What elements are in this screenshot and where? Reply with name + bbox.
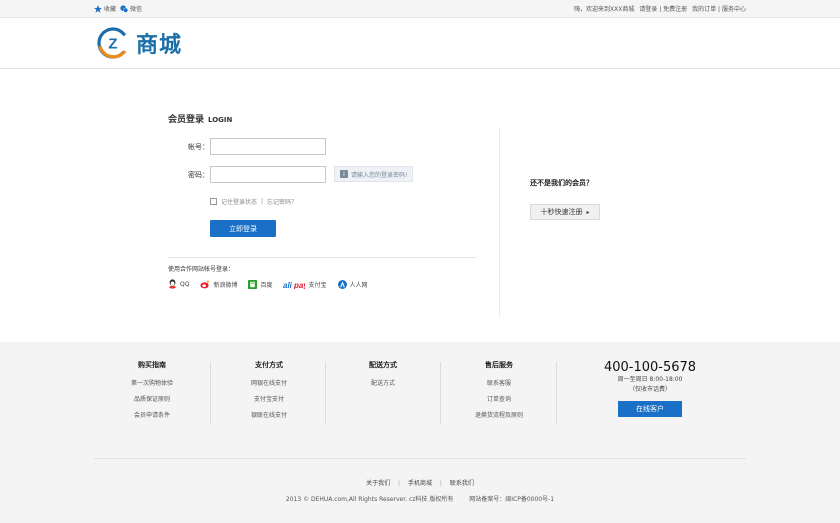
login-button[interactable]: 立即登录 <box>210 220 276 237</box>
footer-link[interactable]: 联系客服 <box>441 376 557 392</box>
account-label: 帐号： <box>188 143 209 151</box>
svg-text:pay: pay <box>293 281 305 289</box>
header: Z 商城 <box>0 18 840 69</box>
password-label: 密码： <box>188 171 209 179</box>
footer-link[interactable]: 配送方式 <box>325 376 441 392</box>
wechat-link[interactable]: 微信 <box>120 4 142 13</box>
top-separator: | <box>718 6 721 13</box>
footer-column-aftersales: 售后服务 联系客服 订单查询 退换货流程及原则 <box>441 360 557 424</box>
login-title: 会员登录 LOGIN <box>168 112 232 125</box>
hotline-block: 400-100-5678 周一至周日 8:00-18:00 （仅收市话费） 在线… <box>590 360 710 417</box>
partner-label: 新浪微博 <box>213 281 238 289</box>
info-icon: i <box>340 170 348 178</box>
service-center-link[interactable]: 服务中心 <box>722 6 746 13</box>
copyright: 2013 © DEHUA.com,All Rights Reserver. cz… <box>0 494 840 503</box>
qq-icon <box>169 279 176 289</box>
footer-link-sep: | <box>439 480 442 487</box>
top-bar-left: 收藏 微信 <box>94 4 142 13</box>
copyright-text: 2013 © DEHUA.com,All Rights Reserver. cz… <box>285 496 454 503</box>
footer-column-title: 配送方式 <box>369 361 397 369</box>
password-tip-text: 请输入您的登录密码! <box>351 171 408 179</box>
site-logo[interactable]: Z 商城 <box>96 26 182 60</box>
wechat-icon <box>120 4 129 13</box>
partner-label: 人人网 <box>349 281 368 289</box>
footer-divider <box>556 362 557 424</box>
register-link[interactable]: 免费注册 <box>663 6 687 13</box>
hotline-hours: 周一至周日 8:00-18:00 <box>617 376 683 383</box>
footer-link[interactable]: 网银在线支付 <box>211 376 327 392</box>
footer-link[interactable]: 支付宝支付 <box>211 392 327 408</box>
quick-register-label: 十秒快速注册 <box>540 208 583 216</box>
baidu-icon <box>248 279 258 289</box>
login-title-en: LOGIN <box>208 116 233 124</box>
hotline-note: （仅收市话费） <box>628 386 671 393</box>
remember-divider: | <box>261 198 264 205</box>
divider <box>168 257 476 258</box>
footer-column-title: 购买指南 <box>138 361 166 369</box>
footer-column-title: 售后服务 <box>485 361 513 369</box>
forgot-password-link[interactable]: 忘记密码？ <box>267 197 297 206</box>
remember-label[interactable]: 记住登录状态 <box>221 197 257 206</box>
login-panel: 会员登录 LOGIN 帐号： 密码： i 请输入您的登录密码! 记住登录状态 | … <box>168 110 498 320</box>
remember-row: 记住登录状态 | 忘记密码？ <box>210 197 297 206</box>
wechat-label: 微信 <box>130 6 143 13</box>
favorite-link[interactable]: 收藏 <box>94 4 116 13</box>
contact-link[interactable]: 联系我们 <box>450 480 474 487</box>
welcome-text: 嗨，欢迎来到XXX商城 <box>574 6 635 13</box>
footer-link[interactable]: 第一次购物体验 <box>94 376 210 392</box>
partner-login-list: QQ 新浪微博 百度 alipay 支付宝 人人网 <box>168 279 368 289</box>
footer-column-payment: 支付方式 网银在线支付 支付宝支付 银联在线支付 <box>211 360 327 424</box>
logo-mark-icon: Z <box>97 27 129 59</box>
svg-text:ali: ali <box>283 281 293 289</box>
partner-alipay[interactable]: alipay 支付宝 <box>283 280 326 289</box>
footer-link[interactable]: 退换货流程及原则 <box>441 408 557 424</box>
svg-text:Z: Z <box>108 36 117 53</box>
footer-link[interactable]: 品质保证原则 <box>94 392 210 408</box>
top-separator: | <box>659 6 662 13</box>
logo-text: 商城 <box>136 33 183 58</box>
orders-link[interactable]: 我的订单 <box>692 6 716 13</box>
remember-checkbox[interactable] <box>210 198 217 205</box>
quick-register-button[interactable]: 十秒快速注册 ▸ <box>530 204 600 220</box>
password-input[interactable] <box>210 166 326 183</box>
renren-icon <box>337 279 347 289</box>
footer-link-sep: | <box>398 480 401 487</box>
footer-link[interactable]: 会员申请条件 <box>94 408 210 424</box>
weibo-icon <box>200 280 210 288</box>
about-link[interactable]: 关于我们 <box>366 480 390 487</box>
favorite-label: 收藏 <box>104 6 117 13</box>
alipay-icon: alipay <box>283 281 305 289</box>
partner-login-title: 使用合作网站帐号登录： <box>168 266 235 273</box>
login-title-text: 会员登录 <box>168 115 205 125</box>
footer-column-title: 支付方式 <box>255 361 283 369</box>
partner-weibo[interactable]: 新浪微博 <box>200 280 237 289</box>
hotline-number: 400-100-5678 <box>603 360 697 375</box>
login-link[interactable]: 请登录 <box>639 6 657 13</box>
top-bar-right: 嗨，欢迎来到XXX商城 请登录 | 免费注册 我的订单 | 服务中心 <box>571 4 746 13</box>
register-question: 还不是我们的会员？ <box>530 179 593 187</box>
partner-baidu[interactable]: 百度 <box>248 279 273 289</box>
footer-column-delivery: 配送方式 配送方式 <box>325 360 441 392</box>
mobile-link[interactable]: 手机商城 <box>408 480 432 487</box>
footer: 购买指南 第一次购物体验 品质保证原则 会员申请条件 支付方式 网银在线支付 支… <box>0 342 840 523</box>
password-tip: i 请输入您的登录密码! <box>334 166 414 182</box>
icp-number: 网站备案号：闽ICP备0000号-1 <box>469 496 555 503</box>
footer-column-guide: 购买指南 第一次购物体验 品质保证原则 会员申请条件 <box>94 360 210 424</box>
partner-label: 百度 <box>260 281 273 289</box>
account-input[interactable] <box>210 138 326 155</box>
top-bar: 收藏 微信 嗨，欢迎来到XXX商城 请登录 | 免费注册 我的订单 | 服务中心 <box>0 0 840 18</box>
footer-rule <box>94 458 746 459</box>
partner-label: QQ <box>180 280 190 288</box>
partner-label: 支付宝 <box>308 281 327 289</box>
footer-link[interactable]: 订单查询 <box>441 392 557 408</box>
panel-divider <box>499 128 500 318</box>
arrow-right-icon: ▸ <box>586 208 590 216</box>
star-icon <box>94 4 102 13</box>
partner-qq[interactable]: QQ <box>168 279 189 289</box>
online-service-button[interactable]: 在线客户 <box>618 401 682 417</box>
footer-links: 关于我们 | 手机商城 | 联系我们 <box>0 478 840 487</box>
footer-link[interactable]: 银联在线支付 <box>211 408 327 424</box>
partner-renren[interactable]: 人人网 <box>337 279 368 289</box>
